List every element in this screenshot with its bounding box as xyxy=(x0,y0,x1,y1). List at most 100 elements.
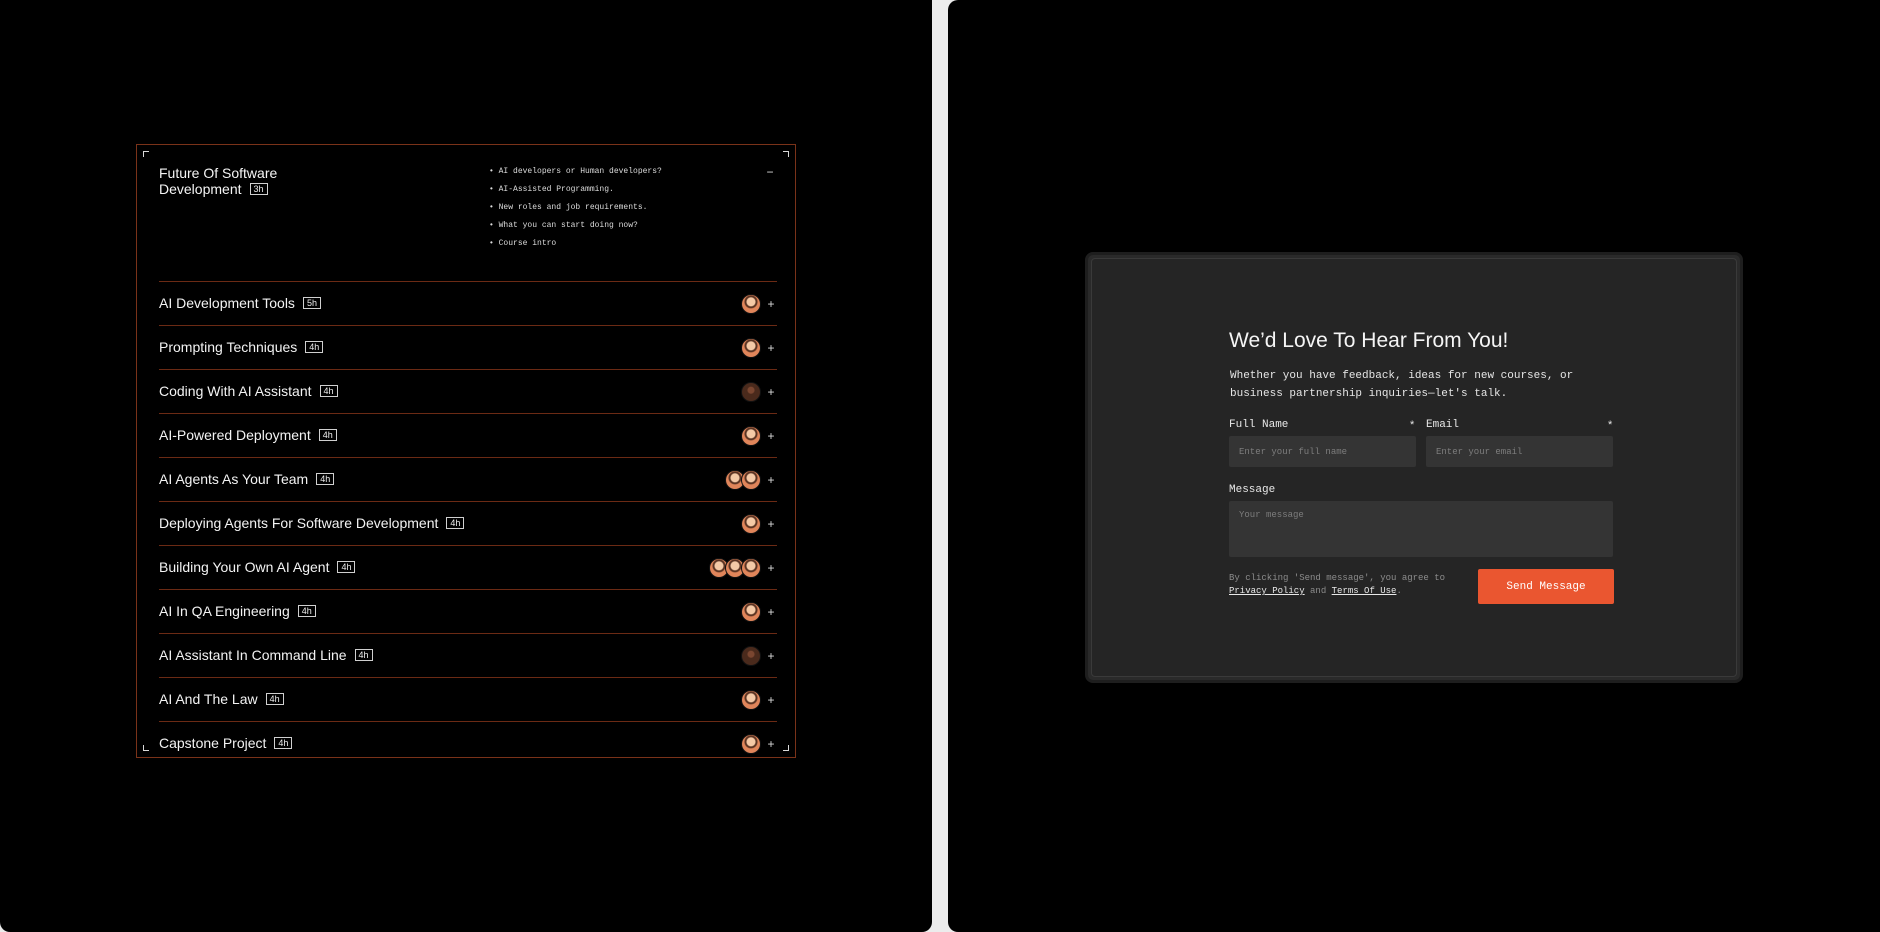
duration-badge: 4h xyxy=(354,649,373,661)
expand-plus-icon[interactable]: + xyxy=(765,382,777,402)
legal-text: By clicking 'Send message', you agree to xyxy=(1229,573,1446,583)
course-curriculum-card: Future Of Software Development3h AI deve… xyxy=(136,144,796,758)
module-row[interactable]: AI Agents As Your Team 4h + xyxy=(159,458,777,502)
contact-form-card: We’d Love To Hear From You! Whether you … xyxy=(1085,252,1743,683)
module-title: Capstone Project 4h xyxy=(159,722,293,765)
email-input[interactable] xyxy=(1426,436,1613,467)
topic-item: What you can start doing now? xyxy=(489,217,662,235)
required-mark: * xyxy=(1608,419,1613,431)
module-row[interactable]: Building Your Own AI Agent 4h + xyxy=(159,546,777,590)
module-title: AI Assistant In Command Line 4h xyxy=(159,634,373,677)
avatar xyxy=(741,514,761,534)
instructor-avatars xyxy=(741,690,761,710)
module-title-text: Deploying Agents For Software Developmen… xyxy=(159,515,439,531)
avatar xyxy=(741,690,761,710)
module-title: Prompting Techniques 4h xyxy=(159,326,324,369)
module-title: AI-Powered Deployment 4h xyxy=(159,414,337,457)
module-title-text: AI-Powered Deployment xyxy=(159,427,311,443)
module-title-text: AI Development Tools xyxy=(159,295,295,311)
avatar xyxy=(741,294,761,314)
duration-badge: 4h xyxy=(274,737,293,749)
corner-mark xyxy=(143,745,149,751)
expand-plus-icon[interactable]: + xyxy=(765,690,777,710)
contact-form-inner: We’d Love To Hear From You! Whether you … xyxy=(1091,258,1737,677)
expand-plus-icon[interactable]: + xyxy=(765,338,777,358)
legal-text: and xyxy=(1310,586,1327,596)
module-title-text: AI Agents As Your Team xyxy=(159,471,309,487)
avatar xyxy=(741,734,761,754)
module-title: AI Development Tools 5h xyxy=(159,282,321,325)
module-row[interactable]: AI Development Tools 5h + xyxy=(159,282,777,326)
expand-plus-icon[interactable]: + xyxy=(765,602,777,622)
terms-of-use-link[interactable]: Terms Of Use xyxy=(1332,586,1397,596)
module-row[interactable]: Deploying Agents For Software Developmen… xyxy=(159,502,777,546)
legal-notice: By clicking 'Send message', you agree to… xyxy=(1229,572,1449,598)
instructor-avatars xyxy=(741,646,761,666)
expanded-module: Future Of Software Development3h AI deve… xyxy=(159,165,777,282)
topic-item: Course intro xyxy=(489,235,662,253)
avatar xyxy=(741,470,761,490)
duration-badge: 4h xyxy=(297,605,316,617)
expand-plus-icon[interactable]: + xyxy=(765,426,777,446)
module-row[interactable]: AI And The Law 4h + xyxy=(159,678,777,722)
instructor-avatars xyxy=(741,602,761,622)
module-title: Coding With AI Assistant 4h xyxy=(159,370,338,413)
duration-badge: 4h xyxy=(318,429,337,441)
message-input[interactable] xyxy=(1229,501,1613,557)
right-panel: We’d Love To Hear From You! Whether you … xyxy=(948,0,1880,932)
avatar xyxy=(741,426,761,446)
avatar xyxy=(741,558,761,578)
send-message-button[interactable]: Send Message xyxy=(1478,569,1614,604)
corner-mark xyxy=(783,151,789,157)
module-title: Building Your Own AI Agent 4h xyxy=(159,546,356,589)
privacy-policy-link[interactable]: Privacy Policy xyxy=(1229,586,1305,596)
expand-plus-icon[interactable]: + xyxy=(765,558,777,578)
contact-subtitle: Whether you have feedback, ideas for new… xyxy=(1230,370,1574,400)
instructor-avatars xyxy=(725,470,761,490)
module-title: AI And The Law 4h xyxy=(159,678,284,721)
corner-mark xyxy=(143,151,149,157)
duration-badge: 4h xyxy=(337,561,356,573)
full-name-label: Full Name xyxy=(1229,419,1289,431)
module-row[interactable]: Coding With AI Assistant 4h + xyxy=(159,370,777,414)
instructor-avatars xyxy=(741,426,761,446)
duration-badge: 4h xyxy=(265,693,284,705)
module-title-text: Prompting Techniques xyxy=(159,339,298,355)
module-title: Future Of Software Development 3h xyxy=(159,165,359,197)
module-title-text: AI In QA Engineering xyxy=(159,603,290,619)
topic-list: AI developers or Human developers? AI-As… xyxy=(489,163,662,253)
module-row[interactable]: AI-Powered Deployment 4h + xyxy=(159,414,777,458)
expand-plus-icon[interactable]: + xyxy=(765,514,777,534)
instructor-avatars xyxy=(741,514,761,534)
module-title-text: Building Your Own AI Agent xyxy=(159,559,330,575)
collapse-icon[interactable]: − xyxy=(763,165,777,179)
module-row[interactable]: AI In QA Engineering 4h + xyxy=(159,590,777,634)
email-label: Email xyxy=(1426,419,1460,431)
contact-title: We’d Love To Hear From You! xyxy=(1229,329,1509,352)
module-title: AI In QA Engineering 4h xyxy=(159,590,316,633)
full-name-input[interactable] xyxy=(1229,436,1416,467)
duration-badge: 5h xyxy=(302,297,321,309)
expand-plus-icon[interactable]: + xyxy=(765,734,777,754)
topic-item: New roles and job requirements. xyxy=(489,199,662,217)
duration-badge: 3h xyxy=(249,183,268,195)
duration-badge: 4h xyxy=(446,517,465,529)
corner-mark xyxy=(783,745,789,751)
expand-plus-icon[interactable]: + xyxy=(765,294,777,314)
module-row[interactable]: AI Assistant In Command Line 4h + xyxy=(159,634,777,678)
duration-badge: 4h xyxy=(319,385,338,397)
avatar xyxy=(741,382,761,402)
expand-plus-icon[interactable]: + xyxy=(765,470,777,490)
instructor-avatars xyxy=(709,558,761,578)
module-row[interactable]: Prompting Techniques 4h + xyxy=(159,326,777,370)
expand-plus-icon[interactable]: + xyxy=(765,646,777,666)
duration-badge: 4h xyxy=(305,341,324,353)
module-row[interactable]: Capstone Project 4h + xyxy=(159,722,777,766)
avatar xyxy=(741,646,761,666)
instructor-avatars xyxy=(741,734,761,754)
module-title-text: AI Assistant In Command Line xyxy=(159,647,347,663)
topic-item: AI developers or Human developers? xyxy=(489,163,662,181)
module-title-text: Coding With AI Assistant xyxy=(159,383,312,399)
module-title-text: Capstone Project xyxy=(159,735,267,751)
module-title: AI Agents As Your Team 4h xyxy=(159,458,335,501)
